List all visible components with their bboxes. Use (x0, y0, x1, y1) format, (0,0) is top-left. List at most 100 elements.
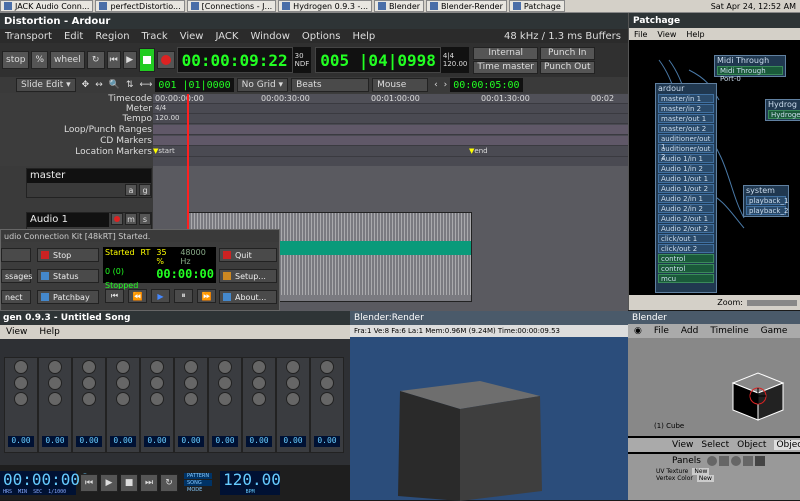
port[interactable]: Audio 2/in 2 (658, 204, 714, 213)
pan-knob[interactable] (150, 360, 164, 374)
gain-knob[interactable] (184, 392, 198, 406)
ruler-area[interactable]: 00:00:00:00 00:00:30:00 00:01:00:00 00:0… (153, 94, 628, 166)
stop-icon[interactable]: ■ (120, 473, 138, 492)
qjack-setup-button[interactable]: Setup... (219, 269, 277, 283)
port[interactable]: Audio 1/out 1 (658, 174, 714, 183)
port[interactable]: mcu (658, 274, 714, 283)
blender-menu-timeline[interactable]: Timeline (710, 326, 748, 336)
port[interactable]: Midi Through Port-0 (717, 66, 783, 83)
pan-knob[interactable] (252, 360, 266, 374)
zoom-tool-icon[interactable]: 🔍 (109, 80, 120, 90)
tempo-ruler[interactable]: 120.00 (153, 114, 628, 124)
pan-knob[interactable] (218, 360, 232, 374)
task-hydrogen[interactable]: Hydrogen 0.9.3 -... (278, 0, 373, 12)
punch-out-button[interactable]: Punch Out (539, 60, 595, 74)
blender-menu-file[interactable]: File (654, 326, 669, 336)
location-ruler[interactable]: ▼start ▼end (153, 147, 628, 157)
menu-jack[interactable]: JACK (215, 31, 238, 42)
pause-icon[interactable]: ⏸ (174, 289, 193, 303)
menu-options[interactable]: Options (302, 31, 341, 42)
port[interactable]: master/out 2 (658, 124, 714, 133)
mixer-strip[interactable]: 0.00 (174, 357, 208, 453)
range-tool-icon[interactable]: ↔ (95, 80, 103, 90)
menu-region[interactable]: Region (95, 31, 129, 42)
forward-icon[interactable]: ⏭ (140, 473, 158, 492)
fx-knob[interactable] (184, 376, 198, 390)
mixer-strip[interactable]: 0.00 (310, 357, 344, 453)
secondary-clock[interactable]: 005 |04|0998 (315, 47, 441, 73)
gain-knob[interactable] (286, 392, 300, 406)
grid-select[interactable]: No Grid ▾ (236, 78, 289, 92)
song-mode[interactable]: SONG (184, 479, 213, 486)
port[interactable]: Audio 1/out 2 (658, 184, 714, 193)
cd-ruler[interactable] (153, 136, 628, 146)
port[interactable]: auditioner/out 1 (658, 134, 714, 151)
record-arm-icon[interactable] (111, 213, 123, 225)
shading-icon[interactable] (730, 456, 741, 466)
qjack-stop-button[interactable]: Stop (37, 248, 99, 262)
task-distortion[interactable]: perfectDistortio... (95, 0, 185, 12)
mode-select[interactable]: Object (774, 440, 800, 450)
gain-knob[interactable] (252, 392, 266, 406)
qjack-connect-button[interactable]: nect (1, 290, 31, 304)
nudge-clock[interactable]: 00:00:05:00 (450, 78, 523, 92)
loop-icon[interactable]: ↻ (160, 473, 178, 492)
port[interactable]: control (658, 264, 714, 273)
port[interactable]: Audio 1/in 2 (658, 164, 714, 173)
nudge-clock-bbt[interactable]: 001 |01|0000 (155, 78, 234, 92)
port[interactable]: master/in 2 (658, 104, 714, 113)
fx-knob[interactable] (320, 376, 334, 390)
port[interactable]: click/out 2 (658, 244, 714, 253)
patchage-menu-file[interactable]: File (634, 30, 647, 39)
pan-knob[interactable] (14, 360, 28, 374)
master-g-button[interactable]: g (139, 184, 151, 196)
loop-icon[interactable]: ↻ (86, 51, 105, 69)
qjack-about-button[interactable]: About... (219, 290, 277, 304)
task-jack[interactable]: JACK Audio Conn... (0, 0, 94, 12)
select-menu[interactable]: Select (701, 440, 729, 450)
menu-edit[interactable]: Edit (64, 31, 83, 42)
master-track-name[interactable]: master (27, 169, 151, 183)
script-icon[interactable] (718, 456, 729, 466)
stop-mode-button[interactable]: stop (2, 51, 30, 69)
port[interactable]: master/in 1 (658, 94, 714, 103)
master-a-button[interactable]: a (125, 184, 137, 196)
timecode-ruler[interactable]: 00:00:00:00 00:00:30:00 00:01:00:00 00:0… (153, 94, 628, 104)
editing-icon[interactable] (754, 456, 765, 466)
mouse-select[interactable]: Mouse (372, 78, 429, 92)
port[interactable]: click/out 1 (658, 234, 714, 243)
fx-knob[interactable] (116, 376, 130, 390)
time-master-button[interactable]: Time master (473, 60, 538, 74)
start-marker[interactable]: ▼start (153, 147, 175, 155)
fx-knob[interactable] (14, 376, 28, 390)
gain-knob[interactable] (320, 392, 334, 406)
port[interactable]: Hydrogen (768, 110, 800, 119)
gain-knob[interactable] (48, 392, 62, 406)
hydrogen-menu-help[interactable]: Help (39, 327, 60, 337)
nudge-forward-icon[interactable]: › (444, 80, 448, 90)
menu-track[interactable]: Track (142, 31, 168, 42)
port[interactable]: playback_2 (746, 206, 788, 215)
mixer-strip[interactable]: 0.00 (242, 357, 276, 453)
nudge-back-icon[interactable]: ‹ (434, 80, 438, 90)
blender-viewport[interactable]: (1) Cube (628, 338, 800, 436)
port[interactable]: playback_1 (746, 196, 788, 205)
hydrogen-menu-view[interactable]: View (6, 327, 27, 337)
gain-knob[interactable] (82, 392, 96, 406)
logic-icon[interactable] (706, 456, 717, 466)
punch-in-button[interactable]: Punch In (539, 46, 595, 60)
play-icon[interactable]: ▶ (122, 51, 137, 69)
rewind-icon[interactable]: ⏪ (128, 289, 147, 303)
task-blender[interactable]: Blender (374, 0, 425, 12)
blender-icon[interactable]: ◉ (634, 326, 642, 336)
master-track-header[interactable]: master a g (26, 168, 152, 198)
port[interactable]: master/out 1 (658, 114, 714, 123)
percent-button[interactable]: % (31, 51, 48, 69)
menu-transport[interactable]: Transport (5, 31, 52, 42)
fx-knob[interactable] (48, 376, 62, 390)
gain-tool-icon[interactable]: ⇅ (126, 80, 134, 90)
qjack-messages-button[interactable]: ssages (1, 269, 32, 283)
menu-view[interactable]: View (180, 31, 204, 42)
pattern-mode[interactable]: PATTERN (184, 472, 213, 479)
port[interactable]: Audio 2/in 1 (658, 194, 714, 203)
